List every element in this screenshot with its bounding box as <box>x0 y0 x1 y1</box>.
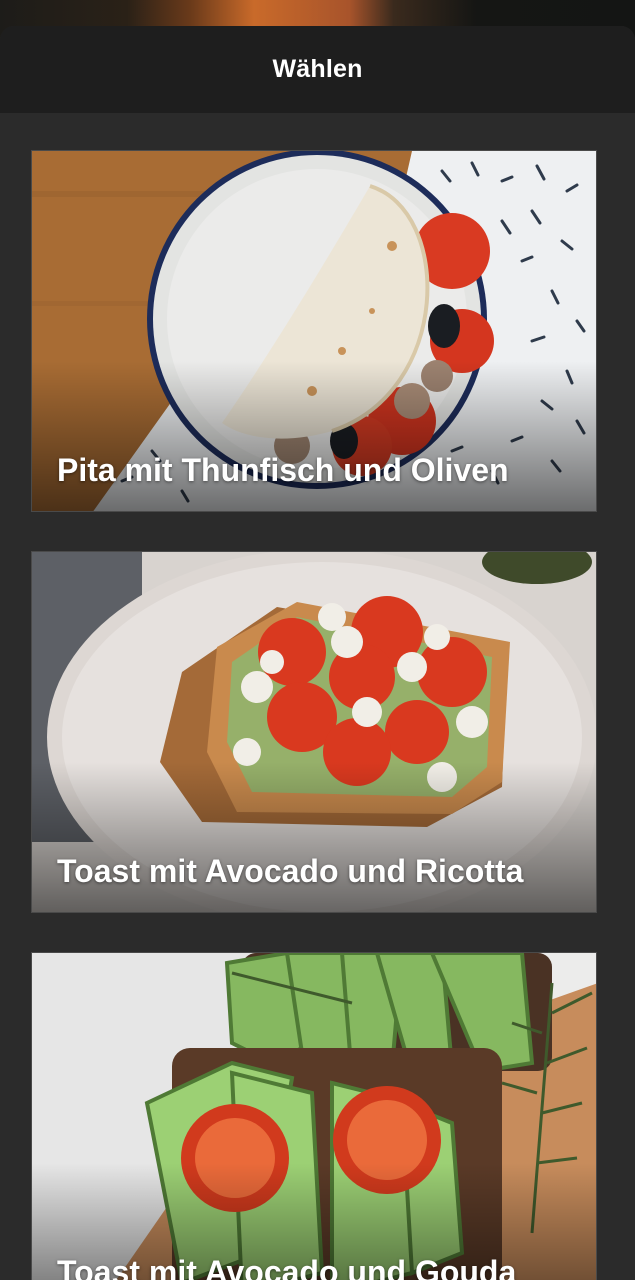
recipe-card-pita[interactable]: Pita mit Thunfisch und Oliven <box>31 150 597 512</box>
selection-sheet: Wählen Pita mit Thunfisch und Oliven Toa… <box>0 26 635 1280</box>
sheet-header: Wählen <box>0 26 635 113</box>
recipe-title: Toast mit Avocado und Ricotta <box>57 853 524 889</box>
recipe-title: Pita mit Thunfisch und Oliven <box>57 452 509 488</box>
recipe-title: Toast mit Avocado und Gouda <box>57 1254 517 1280</box>
recipe-card-toast-ricotta[interactable]: Toast mit Avocado und Ricotta <box>31 551 597 913</box>
sheet-title: Wählen <box>272 55 363 83</box>
recipe-card-toast-gouda[interactable]: Toast mit Avocado und Gouda <box>31 952 597 1280</box>
